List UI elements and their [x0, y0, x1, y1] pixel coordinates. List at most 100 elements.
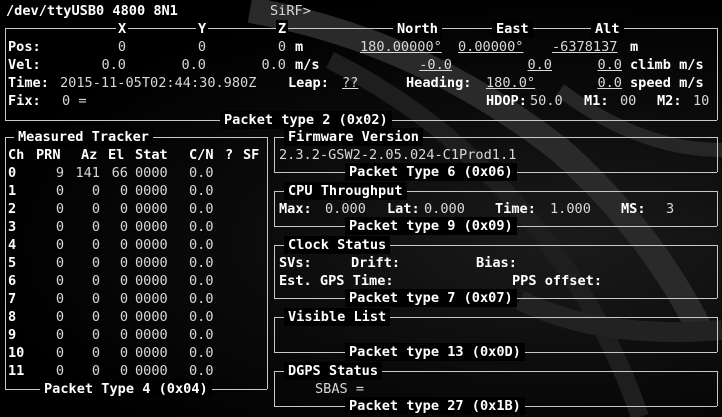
tracker-header-q: ?: [225, 147, 234, 163]
vel-x-value: 0.0: [101, 57, 126, 73]
tracker-cell-ch: 2: [8, 201, 17, 217]
dgps-title: DGPS Status: [284, 362, 383, 380]
hdop-label: HDOP:: [486, 93, 527, 109]
tracker-cell-stat: 0000: [135, 327, 168, 343]
tracker-cell-stat: 0000: [135, 309, 168, 325]
cpu-time-label: Time:: [495, 201, 536, 217]
tracker-box-right: [267, 137, 268, 389]
tracker-cell-stat: 0000: [135, 183, 168, 199]
pos-z-value: 0: [277, 39, 286, 55]
time-value: 2015-11-05T02:44:30.980Z: [60, 75, 257, 91]
tracker-cell-cn: 0.0: [189, 165, 214, 181]
pos-y-value: 0: [197, 39, 206, 55]
m2-value: 10: [693, 93, 710, 109]
tracker-cell-stat: 0000: [135, 219, 168, 235]
tracker-cell-stat: 0000: [135, 363, 168, 379]
tracker-cell-ch: 8: [8, 309, 17, 325]
vel-east-value: 0.0: [527, 57, 552, 73]
command-prompt[interactable]: SiRF>: [270, 2, 311, 20]
tracker-cell-el: 0: [119, 237, 128, 253]
tracker-cell-cn: 0.0: [189, 183, 214, 199]
dgps-box-left: [274, 371, 275, 406]
cpu-ms-value: 3: [666, 201, 675, 217]
hdop-value: 50.0: [530, 93, 563, 109]
tracker-cell-prn: 0: [55, 183, 64, 199]
heading-value: 180.0°: [486, 75, 536, 91]
tracker-header-sf: SF: [243, 147, 260, 163]
clock-svs-label: SVs:: [279, 255, 312, 271]
speed-value: 0.0: [597, 75, 622, 91]
tracker-cell-az: 0: [91, 273, 100, 289]
tracker-cell-az: 0: [91, 345, 100, 361]
tracker-cell-prn: 0: [55, 255, 64, 271]
vel-y-value: 0.0: [181, 57, 206, 73]
tracker-cell-az: 0: [91, 219, 100, 235]
tracker-cell-cn: 0.0: [189, 291, 214, 307]
clock-box-right: [717, 245, 718, 298]
tracker-cell-ch: 4: [8, 237, 17, 253]
visible-list-title: Visible List: [284, 308, 391, 326]
firmware-packet-footer: Packet Type 6 (0x06): [345, 163, 517, 181]
tracker-cell-cn: 0.0: [189, 273, 214, 289]
tracker-header-el: El: [108, 147, 125, 163]
cpu-lat-value: 0.000: [424, 201, 465, 217]
visible-box-right: [717, 317, 718, 352]
tracker-packet-footer: Packet Type 4 (0x04): [40, 380, 212, 398]
clock-packet-footer: Packet type 7 (0x07): [345, 289, 517, 307]
col-z: Z: [276, 20, 289, 38]
cpu-time-value: 1.000: [550, 201, 591, 217]
tracker-cell-az: 0: [91, 255, 100, 271]
clock-title: Clock Status: [284, 236, 391, 254]
tracker-box-left: [5, 137, 6, 389]
col-east: East: [492, 20, 533, 38]
device-label: /dev/ttyUSB0 4800 8N1: [6, 3, 178, 19]
cpu-max-label: Max:: [279, 201, 312, 217]
vel-north-value: -0.0: [419, 57, 452, 73]
tracker-cell-ch: 11: [8, 363, 25, 379]
tracker-cell-cn: 0.0: [189, 237, 214, 253]
tracker-cell-el: 0: [119, 255, 128, 271]
tracker-cell-cn: 0.0: [189, 219, 214, 235]
cpu-title: CPU Throughput: [284, 182, 407, 200]
col-x: X: [116, 20, 129, 38]
terminal-window[interactable]: /dev/ttyUSB0 4800 8N1 SiRF> X Y Z North …: [0, 0, 722, 417]
pos-label: Pos:: [8, 39, 41, 55]
tracker-cell-az: 0: [91, 327, 100, 343]
vel-z-value: 0.0: [261, 57, 286, 73]
tracker-cell-prn: 0: [55, 363, 64, 379]
clock-box-left: [274, 245, 275, 298]
m1-value: 00: [620, 93, 637, 109]
tracker-cell-el: 0: [119, 219, 128, 235]
tracker-cell-el: 0: [119, 363, 128, 379]
clock-drift-label: Drift:: [351, 255, 401, 271]
tracker-cell-prn: 0: [55, 201, 64, 217]
tracker-cell-stat: 0000: [135, 345, 168, 361]
tracker-cell-stat: 0000: [135, 273, 168, 289]
col-alt: Alt: [591, 20, 624, 38]
tracker-cell-stat: 0000: [135, 237, 168, 253]
tracker-cell-prn: 0: [55, 237, 64, 253]
tracker-header-prn: PRN: [36, 147, 61, 163]
clock-pps-offset-label: PPS offset:: [512, 273, 603, 289]
cpu-box-right: [717, 191, 718, 226]
tracker-cell-az: 0: [91, 363, 100, 379]
ecef-box-left: [5, 28, 6, 120]
tracker-cell-el: 0: [119, 309, 128, 325]
firmware-box-right: [717, 137, 718, 172]
ecef-box-right: [717, 28, 718, 120]
visible-box-left: [274, 317, 275, 352]
tracker-cell-el: 0: [119, 345, 128, 361]
tracker-title: Measured Tracker: [14, 128, 153, 146]
tracker-cell-az: 0: [91, 291, 100, 307]
pos-unit: m: [295, 39, 304, 55]
tracker-cell-prn: 0: [55, 219, 64, 235]
cpu-ms-label: MS:: [621, 201, 646, 217]
tracker-cell-el: 66: [111, 165, 128, 181]
speed-unit: speed m/s: [630, 75, 704, 91]
tracker-cell-az: 0: [91, 237, 100, 253]
vel-label: Vel:: [8, 57, 41, 73]
tracker-cell-az: 0: [91, 309, 100, 325]
tracker-cell-prn: 9: [55, 165, 64, 181]
tracker-cell-prn: 0: [55, 327, 64, 343]
tracker-cell-cn: 0.0: [189, 309, 214, 325]
